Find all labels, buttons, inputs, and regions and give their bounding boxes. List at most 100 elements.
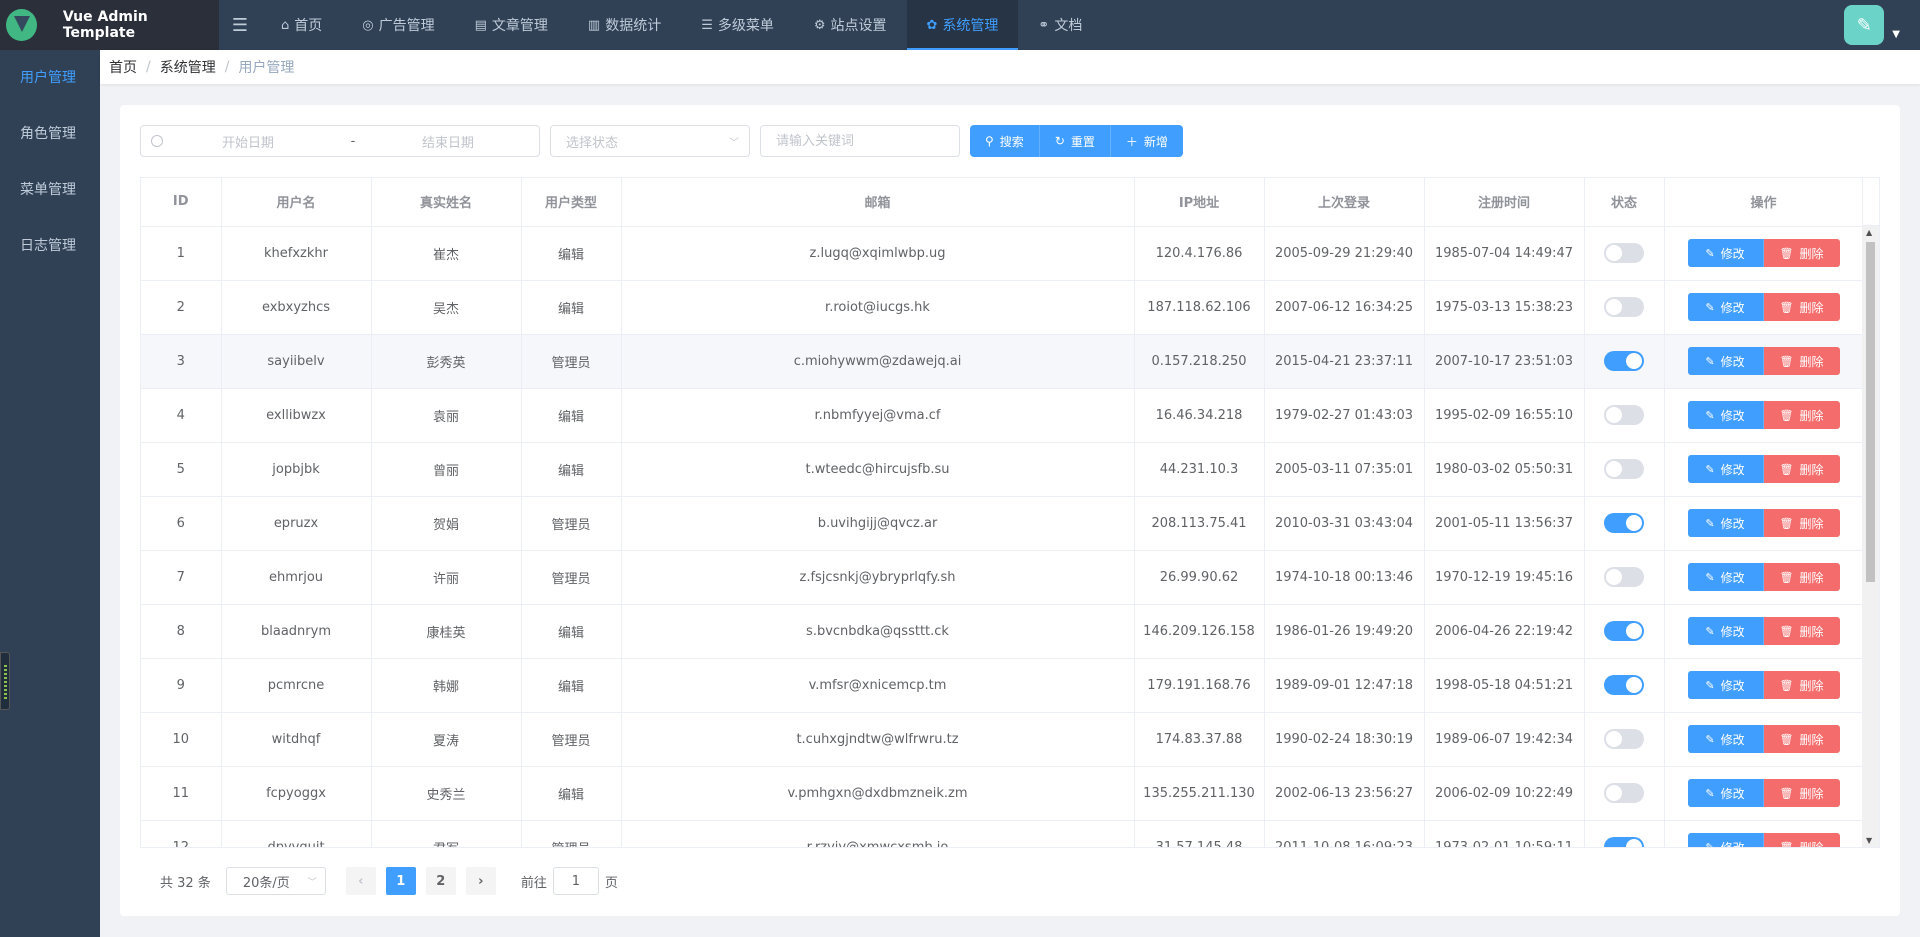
- edit-button[interactable]: ✎ 修改: [1687, 347, 1764, 375]
- delete-button[interactable]: 🗑 删除: [1763, 347, 1840, 375]
- next-page-button[interactable]: ›: [465, 867, 496, 895]
- cell-username: epruzx: [221, 496, 372, 551]
- sidebar-item-users[interactable]: 用户管理: [0, 50, 100, 106]
- edit-button[interactable]: ✎ 修改: [1687, 239, 1764, 267]
- page-size-select[interactable]: 20条/页 ﹀: [225, 867, 326, 895]
- edit-button[interactable]: ✎ 修改: [1687, 779, 1764, 807]
- prev-page-button[interactable]: ‹: [345, 867, 376, 895]
- sidebar-item-roles[interactable]: 角色管理: [0, 106, 100, 162]
- table-row[interactable]: 6 epruzx 贺娟 管理员 b.uvihgijj@qvcz.ar 208.113.75…: [141, 496, 1864, 551]
- nav-item-site[interactable]: ⚙ 站点设置: [794, 0, 907, 50]
- side-drag-handle[interactable]: [0, 652, 10, 710]
- trash-icon: 🗑: [1779, 733, 1794, 746]
- edit-button[interactable]: ✎ 修改: [1687, 293, 1764, 321]
- edit-button[interactable]: ✎ 修改: [1687, 563, 1764, 591]
- nav-item-stats[interactable]: ▥ 数据统计: [568, 0, 681, 50]
- brand[interactable]: Vue Admin Template: [0, 0, 219, 50]
- start-date-input[interactable]: 开始日期: [153, 132, 343, 151]
- trash-icon: 🗑: [1779, 787, 1794, 800]
- table-row[interactable]: 3 sayiibelv 彭秀英 管理员 c.miohywwm@zdawejq.ai 0.1…: [141, 334, 1864, 389]
- keyword-input[interactable]: [760, 125, 960, 157]
- edit-button[interactable]: ✎ 修改: [1687, 833, 1764, 847]
- delete-button[interactable]: 🗑 删除: [1763, 563, 1840, 591]
- nav-item-menus[interactable]: ☰ 多级菜单: [681, 0, 794, 50]
- nav-item-articles[interactable]: ▤ 文章管理: [455, 0, 568, 50]
- trash-icon: 🗑: [1779, 679, 1794, 692]
- status-toggle[interactable]: [1604, 243, 1644, 263]
- edit-button[interactable]: ✎ 修改: [1687, 671, 1764, 699]
- status-toggle[interactable]: [1604, 459, 1644, 479]
- table-row[interactable]: 8 blaadnrym 康桂英 编辑 s.bvcnbdka@qssttt.ck 146.2…: [141, 604, 1864, 659]
- user-dropdown[interactable]: ✎ ▼: [1844, 5, 1900, 45]
- table-row[interactable]: 12dpvvquit君军管理员r.rzviv@xmwcxsmb.io31.57.…: [141, 820, 1864, 847]
- status-toggle[interactable]: [1604, 297, 1644, 317]
- page-2-button[interactable]: 2: [425, 867, 456, 895]
- delete-button[interactable]: 🗑 删除: [1763, 725, 1840, 753]
- delete-button[interactable]: 🗑 删除: [1763, 833, 1840, 847]
- goto-page-input[interactable]: [552, 867, 599, 895]
- status-toggle[interactable]: [1604, 837, 1644, 847]
- nav-item-ads[interactable]: ◎ 广告管理: [342, 0, 454, 50]
- nav-item-docs[interactable]: ⚭ 文档: [1018, 0, 1102, 50]
- row-action-group: ✎ 修改 🗑 删除: [1687, 347, 1840, 375]
- sidebar-item-logs[interactable]: 日志管理: [0, 218, 100, 274]
- edit-button[interactable]: ✎ 修改: [1687, 725, 1764, 753]
- status-toggle[interactable]: [1604, 729, 1644, 749]
- table-row[interactable]: 1 khefxzkhr 崔杰 编辑 z.lugq@xqimlwbp.ug 120.4.17…: [141, 226, 1864, 281]
- delete-button[interactable]: 🗑 删除: [1763, 401, 1840, 429]
- edit-button[interactable]: ✎ 修改: [1687, 509, 1764, 537]
- edit-icon: ✎: [1705, 247, 1715, 260]
- cell-ip: 120.4.176.86: [1134, 226, 1265, 281]
- status-toggle[interactable]: [1604, 783, 1644, 803]
- edit-button[interactable]: ✎ 修改: [1687, 455, 1764, 483]
- cell-username: pcmrcne: [221, 658, 372, 713]
- status-toggle[interactable]: [1604, 675, 1644, 695]
- page-1-button[interactable]: 1: [385, 867, 416, 895]
- status-toggle[interactable]: [1604, 405, 1644, 425]
- nav-item-system[interactable]: ✿ 系统管理: [906, 0, 1019, 50]
- scroll-up-icon[interactable]: ▲: [1866, 228, 1872, 237]
- search-button[interactable]: ⚲ 搜索: [970, 125, 1040, 157]
- delete-button[interactable]: 🗑 删除: [1763, 671, 1840, 699]
- edit-button[interactable]: ✎ 修改: [1687, 401, 1764, 429]
- end-date-input[interactable]: 结束日期: [363, 132, 533, 151]
- page-jumper: 前往 页: [521, 867, 618, 895]
- search-button-label: 搜索: [999, 134, 1024, 149]
- table-row[interactable]: 7 ehmrjou 许丽 管理员 z.fsjcsnkj@ybryprlqfy.sh 26.…: [141, 550, 1864, 605]
- hamburger-menu-icon[interactable]: ☰: [219, 0, 261, 50]
- cell-actions: ✎ 修改 🗑 删除: [1664, 712, 1864, 767]
- add-button[interactable]: ＋ 新增: [1110, 125, 1183, 157]
- sidebar-item-menus[interactable]: 菜单管理: [0, 162, 100, 218]
- nav-item-home[interactable]: ⌂ 首页: [261, 0, 342, 50]
- table-row[interactable]: 9 pcmrcne 韩娜 编辑 v.mfsr@xnicemcp.tm 179.191.16…: [141, 658, 1864, 713]
- table-row[interactable]: 4 exllibwzx 袁丽 编辑 r.nbmfyyej@vma.cf 16.46.34.…: [141, 388, 1864, 443]
- table-row[interactable]: 11 fcpyoggx 史秀兰 编辑 v.pmhgxn@dxdbmzneik.zm 135…: [141, 766, 1864, 821]
- cell-email: z.fsjcsnkj@ybryprlqfy.sh: [621, 550, 1135, 605]
- reset-button[interactable]: ↻ 重置: [1039, 125, 1111, 157]
- breadcrumb-system[interactable]: 系统管理: [160, 57, 216, 77]
- delete-button[interactable]: 🗑 删除: [1763, 239, 1840, 267]
- edit-button[interactable]: ✎ 修改: [1687, 617, 1764, 645]
- delete-button[interactable]: 🗑 删除: [1763, 779, 1840, 807]
- table-scrollbar[interactable]: ▲ ▼: [1862, 226, 1879, 847]
- delete-button[interactable]: 🗑 删除: [1763, 509, 1840, 537]
- status-toggle[interactable]: [1604, 351, 1644, 371]
- table-row[interactable]: 10 witdhqf 夏涛 管理员 t.cuhxgjndtw@wlfrwru.tz 174…: [141, 712, 1864, 767]
- row-action-group: ✎ 修改 🗑 删除: [1687, 617, 1840, 645]
- scrollbar-thumb[interactable]: [1866, 242, 1875, 582]
- status-toggle[interactable]: [1604, 513, 1644, 533]
- delete-button[interactable]: 🗑 删除: [1763, 293, 1840, 321]
- status-select[interactable]: 选择状态 ﹀: [550, 125, 750, 157]
- date-range-picker[interactable]: 开始日期 - 结束日期: [140, 125, 540, 157]
- status-toggle[interactable]: [1604, 567, 1644, 587]
- scroll-down-icon[interactable]: ▼: [1866, 836, 1872, 845]
- cell-username: witdhqf: [221, 712, 372, 767]
- delete-button[interactable]: 🗑 删除: [1763, 455, 1840, 483]
- delete-button[interactable]: 🗑 删除: [1763, 617, 1840, 645]
- breadcrumb-home[interactable]: 首页: [109, 57, 137, 77]
- table-row[interactable]: 2 exbxyzhcs 吴杰 编辑 r.roiot@iucgs.hk 187.118.62…: [141, 280, 1864, 335]
- status-toggle[interactable]: [1604, 621, 1644, 641]
- avatar[interactable]: ✎: [1844, 5, 1885, 45]
- cell-type: 编辑: [521, 388, 622, 443]
- table-row[interactable]: 5 jopbjbk 曾丽 编辑 t.wteedc@hircujsfb.su 44.231.…: [141, 442, 1864, 497]
